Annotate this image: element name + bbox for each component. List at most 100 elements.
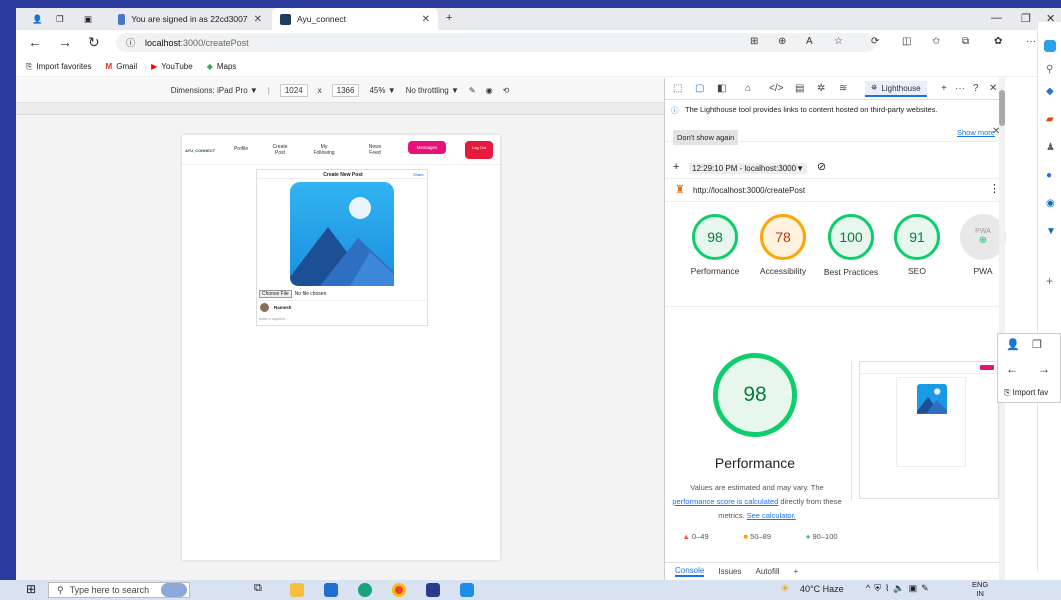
- profile-icon[interactable]: 👤: [1006, 338, 1020, 351]
- image-placeholder-icon[interactable]: [290, 182, 394, 286]
- close-devtools-icon[interactable]: ✕: [989, 83, 997, 94]
- language-indicator[interactable]: ENG IN: [972, 580, 988, 598]
- forward-icon[interactable]: →: [1038, 362, 1050, 376]
- restore-icon[interactable]: ❐: [1021, 12, 1031, 25]
- edge-icon[interactable]: [358, 583, 372, 597]
- chrome-icon[interactable]: [392, 583, 406, 597]
- add-drawer-tab-icon[interactable]: +: [794, 567, 799, 576]
- show-more-link[interactable]: Show more: [957, 128, 995, 137]
- task-view-icon[interactable]: ⧉: [254, 582, 262, 595]
- dont-show-button[interactable]: Don't show again: [673, 130, 739, 145]
- throttle-select[interactable]: No throttling ▼: [406, 86, 459, 95]
- workspaces-icon[interactable]: ❐: [1032, 338, 1042, 351]
- games-icon[interactable]: ●: [1046, 170, 1052, 181]
- profile-icon[interactable]: 👤: [24, 8, 51, 30]
- see-calculator-link[interactable]: See calculator.: [747, 511, 796, 520]
- more-icon[interactable]: ···: [955, 83, 965, 94]
- caption-input[interactable]: write a caption....: [259, 316, 289, 321]
- nav-profile[interactable]: Profile: [234, 146, 248, 152]
- dock-icon[interactable]: ◧: [717, 83, 726, 94]
- welcome-icon[interactable]: ⌂: [745, 83, 751, 94]
- shopping-icon[interactable]: ▰: [1046, 114, 1054, 125]
- close-icon[interactable]: ✕: [422, 14, 430, 25]
- score-best-practices[interactable]: 100 Best Practices: [821, 214, 881, 279]
- vscode-icon[interactable]: [460, 583, 474, 597]
- logout-button[interactable]: Log Out: [465, 141, 493, 159]
- new-report-icon[interactable]: +: [673, 161, 679, 173]
- clear-icon[interactable]: ⊘: [817, 160, 826, 173]
- device-toggle-icon[interactable]: ▢: [695, 83, 704, 94]
- split-screen-icon[interactable]: ◫: [902, 36, 911, 47]
- inspect-icon[interactable]: ⬚: [673, 83, 682, 94]
- taskbar-search[interactable]: ⚲ Type here to search: [48, 582, 190, 598]
- tab-signed-in[interactable]: You are signed in as 22cd3007 ✕: [110, 8, 270, 30]
- mail-icon[interactable]: [324, 583, 338, 597]
- messages-button[interactable]: Messages: [408, 141, 446, 154]
- devtools-scrollbar[interactable]: [999, 78, 1005, 580]
- rotate-icon[interactable]: ⟲: [503, 86, 510, 95]
- refresh-icon[interactable]: ↻: [88, 34, 100, 51]
- fav-gmail[interactable]: M Gmail: [106, 62, 138, 71]
- report-select[interactable]: 12:29:10 PM - localhost:3000▼: [689, 163, 807, 174]
- workspaces-icon[interactable]: ❐: [48, 8, 72, 30]
- import-fav-item[interactable]: ⎘ Import fav: [1004, 388, 1048, 398]
- score-seo[interactable]: 91 SEO: [887, 214, 947, 276]
- tab-autofill[interactable]: Autofill: [755, 567, 779, 576]
- zoom-select[interactable]: 45% ▼: [369, 86, 395, 95]
- favorites-icon[interactable]: ✩: [932, 36, 940, 47]
- tools-icon[interactable]: ♟: [1046, 142, 1055, 153]
- width-input[interactable]: 1024: [279, 83, 308, 97]
- tab-issues[interactable]: Issues: [718, 567, 741, 576]
- copilot-icon[interactable]: ✿: [994, 36, 1002, 47]
- nav-my-following[interactable]: My Following: [310, 144, 338, 156]
- tab-console[interactable]: Console: [675, 566, 705, 577]
- file-input[interactable]: Choose File No file chosen: [259, 290, 326, 298]
- close-icon[interactable]: ✕: [254, 14, 262, 25]
- tab-ayu-connect[interactable]: Ayu_connect ✕: [272, 8, 438, 30]
- page-screenshot-thumbnail[interactable]: [859, 361, 1000, 499]
- discover-icon[interactable]: ◆: [1046, 86, 1054, 97]
- app-available-icon[interactable]: ⊞: [750, 36, 758, 47]
- score-accessibility[interactable]: 78 Accessibility: [751, 214, 815, 276]
- add-sidebar-icon[interactable]: +: [1046, 274, 1053, 288]
- collections-icon[interactable]: ⧉: [962, 36, 969, 47]
- nav-create-post[interactable]: Create Post: [270, 144, 290, 156]
- forward-icon[interactable]: →: [58, 34, 72, 50]
- back-icon[interactable]: ←: [1006, 362, 1018, 376]
- height-input[interactable]: 1366: [331, 83, 360, 97]
- score-calc-link[interactable]: performance score is calculated: [672, 497, 778, 506]
- outlook-icon[interactable]: ▼: [1046, 226, 1056, 237]
- elements-icon[interactable]: </>: [769, 83, 783, 94]
- copilot-icon[interactable]: [1044, 40, 1056, 52]
- sensor-icon[interactable]: ✎: [469, 86, 476, 95]
- help-icon[interactable]: ?: [973, 83, 979, 94]
- fav-maps[interactable]: ◆ Maps: [207, 62, 237, 71]
- menu-icon[interactable]: ···: [1026, 36, 1036, 47]
- extensions-icon[interactable]: ⟳: [871, 36, 879, 47]
- favorite-star-icon[interactable]: ☆: [834, 36, 843, 47]
- windows-start-icon[interactable]: ⊞: [26, 582, 36, 596]
- sources-icon[interactable]: ✲: [817, 83, 825, 94]
- minimize-icon[interactable]: —: [991, 12, 1002, 24]
- info-icon[interactable]: ⓘ: [126, 36, 135, 49]
- add-tab-icon[interactable]: +: [941, 83, 947, 94]
- weather-text[interactable]: 40°C Haze: [800, 584, 844, 594]
- network-icon[interactable]: ≋: [839, 83, 847, 94]
- console-icon[interactable]: ▤: [795, 83, 804, 94]
- url-bar[interactable]: ⓘ localhost:3000/createPost: [116, 33, 876, 52]
- read-aloud-icon[interactable]: A: [806, 36, 813, 47]
- fav-youtube[interactable]: ▶ YouTube: [151, 62, 193, 71]
- back-icon[interactable]: ←: [28, 34, 42, 50]
- dimensions-select[interactable]: Dimensions: iPad Pro ▼: [171, 86, 258, 95]
- nav-news-feed[interactable]: News Feed: [364, 144, 386, 156]
- choose-file-button[interactable]: Choose File: [259, 290, 292, 298]
- vision-icon[interactable]: ◉: [486, 86, 493, 95]
- tray-icons[interactable]: ^⛨⌇🔈▣✎: [866, 583, 933, 594]
- office-icon[interactable]: ◉: [1046, 198, 1055, 209]
- app-icon[interactable]: [426, 583, 440, 597]
- zoom-icon[interactable]: ⊕: [778, 36, 786, 47]
- fav-import[interactable]: ⎘ Import favorites: [26, 62, 92, 72]
- file-explorer-icon[interactable]: [290, 583, 304, 597]
- new-tab-icon[interactable]: +: [446, 12, 452, 24]
- scrollbar-thumb[interactable]: [999, 90, 1005, 126]
